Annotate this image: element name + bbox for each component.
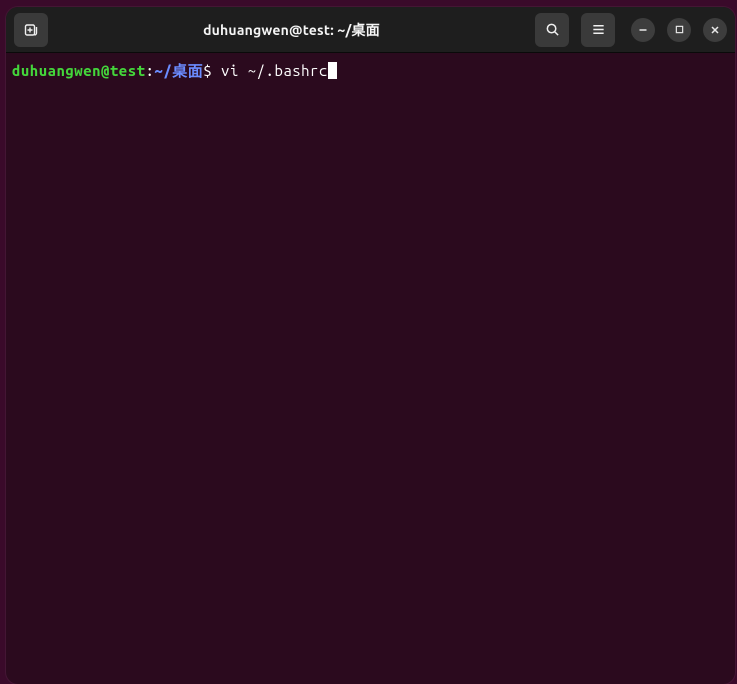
command-text: vi ~/.bashrc	[221, 61, 328, 81]
terminal-cursor	[328, 62, 337, 79]
prompt-colon: :	[146, 61, 155, 81]
minimize-button[interactable]	[631, 18, 655, 42]
window-controls	[631, 18, 727, 42]
minimize-icon	[638, 25, 648, 35]
search-icon	[545, 22, 560, 37]
titlebar-left-group	[14, 13, 48, 47]
prompt-dollar: $	[203, 61, 221, 81]
search-button[interactable]	[535, 13, 569, 47]
prompt-user-host: duhuangwen@test	[12, 61, 146, 81]
prompt-line: duhuangwen@test:~/桌面$ vi ~/.bashrc	[12, 61, 735, 81]
window-title: duhuangwen@test: ~/桌面	[48, 20, 535, 40]
hamburger-icon	[591, 22, 606, 37]
prompt-path: ~/桌面	[154, 61, 203, 81]
maximize-icon	[675, 25, 684, 34]
new-tab-icon	[23, 22, 39, 38]
titlebar: duhuangwen@test: ~/桌面	[6, 7, 735, 53]
new-tab-button[interactable]	[14, 13, 48, 47]
terminal-body[interactable]: duhuangwen@test:~/桌面$ vi ~/.bashrc	[6, 53, 735, 684]
terminal-window: duhuangwen@test: ~/桌面	[6, 7, 735, 684]
menu-button[interactable]	[581, 13, 615, 47]
titlebar-right-group	[535, 13, 727, 47]
maximize-button[interactable]	[667, 18, 691, 42]
close-button[interactable]	[703, 18, 727, 42]
close-icon	[710, 25, 720, 35]
